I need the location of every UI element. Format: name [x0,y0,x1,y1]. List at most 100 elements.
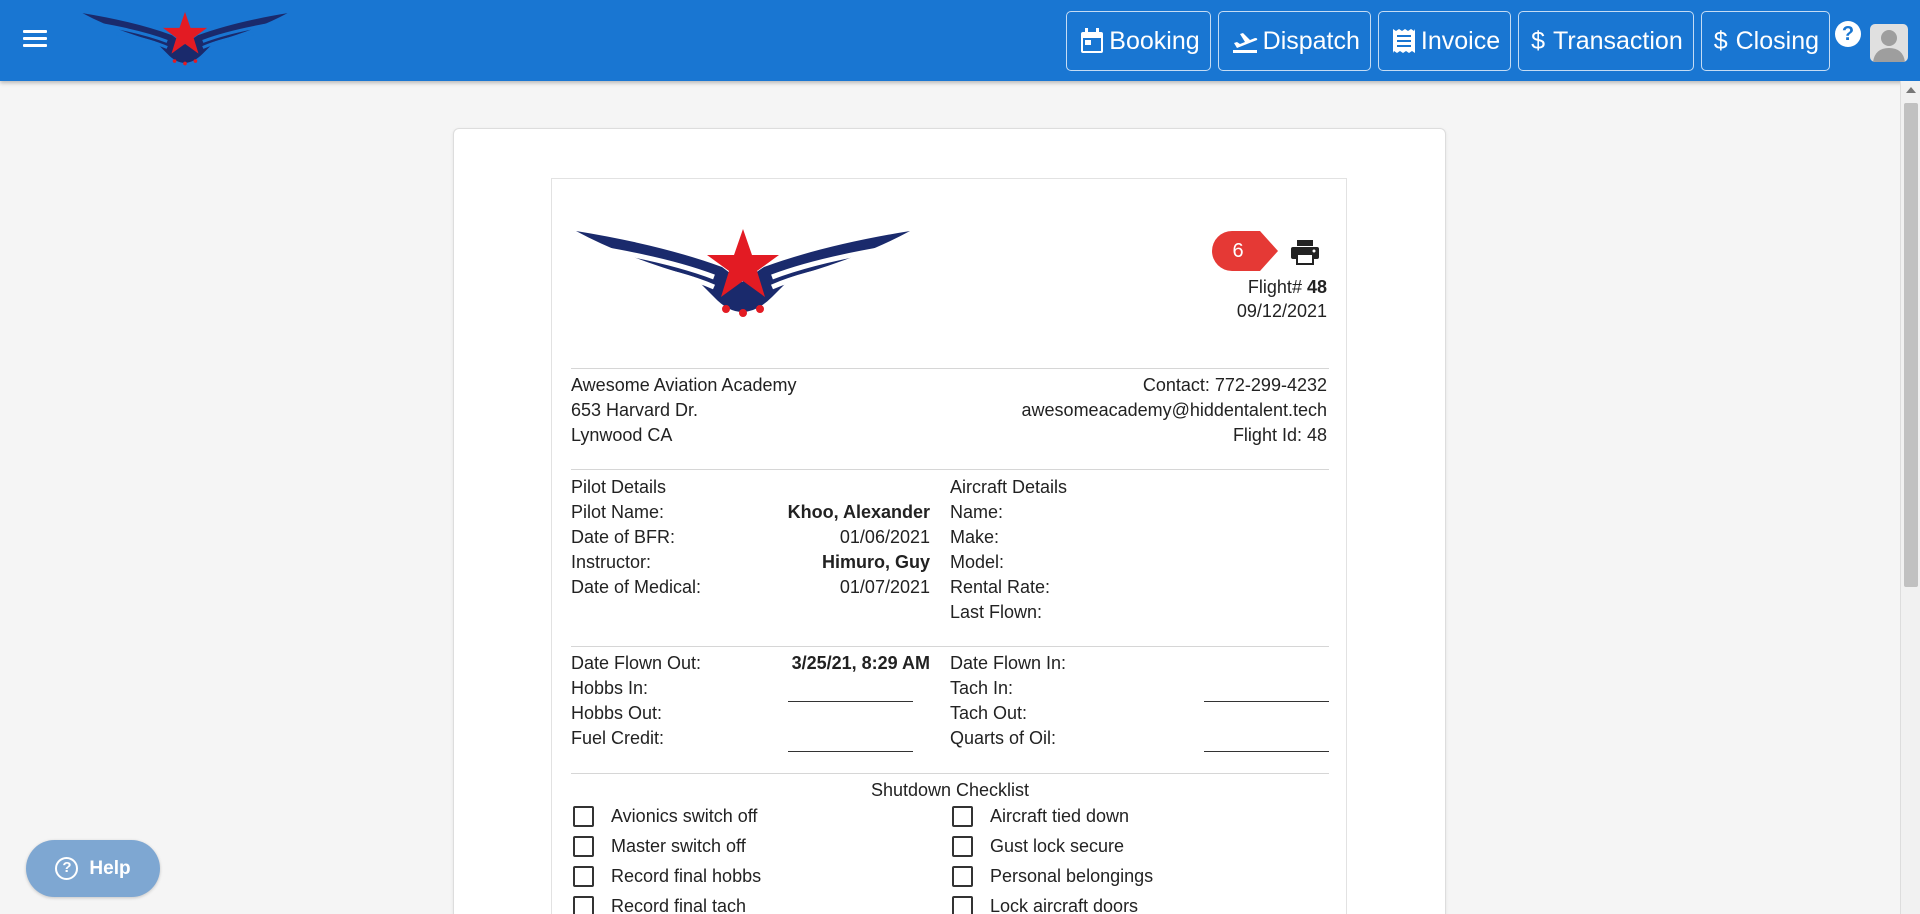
checklist-item[interactable]: Avionics switch off [573,806,757,827]
checkbox[interactable] [952,866,973,887]
checklist-item[interactable]: Gust lock secure [952,836,1124,857]
scroll-thumb[interactable] [1904,103,1918,587]
checklist-item[interactable]: Personal belongings [952,866,1153,887]
last-flown-label: Last Flown: [950,602,1043,622]
medical-value: 01/07/2021 [839,577,930,597]
receipt-icon [1392,29,1415,53]
checklist-item[interactable]: Record final tach [573,896,746,914]
checklist-item-label: Record final tach [611,896,747,914]
booking-label: Booking [1109,26,1200,55]
pilot-details-title: Pilot Details [571,477,667,497]
invoice-button[interactable]: Invoice [1377,11,1512,71]
checklist-item[interactable]: Lock aircraft doors [952,896,1138,914]
divider [571,773,1329,774]
hobbs-out-label: Hobbs Out: [571,703,663,723]
academy-logo-large [576,229,910,317]
dollar-icon: $ [1713,26,1728,55]
checkbox[interactable] [573,896,594,914]
help-question-icon[interactable]: ? [1835,21,1861,47]
dispatch-label: Dispatch [1262,26,1360,55]
fuel-credit-label: Fuel Credit: [571,728,665,748]
checklist-item[interactable]: Master switch off [573,836,746,857]
quarts-oil-line [1204,751,1329,752]
help-button-label: Help [89,857,131,879]
bfr-value: 01/06/2021 [839,527,930,547]
instructor-value: Himuro, Guy [821,552,930,572]
tach-in-line [1204,701,1329,702]
top-navigation: Booking Dispatch Invoice $ Transaction $… [1066,11,1830,71]
step-badge-number: 6 [1232,240,1244,262]
checkbox[interactable] [952,896,973,914]
fuel-credit-line [788,751,913,752]
invoice-label: Invoice [1420,26,1501,55]
checklist-item-label: Master switch off [611,836,746,856]
user-avatar[interactable] [1870,24,1908,62]
transaction-button[interactable]: $ Transaction [1518,11,1694,71]
booking-button[interactable]: Booking [1066,11,1211,71]
checklist-item-label: Aircraft tied down [990,806,1130,826]
divider [571,646,1329,647]
closing-label: Closing [1735,26,1819,55]
instructor-label: Instructor: [571,552,652,572]
checklist-item[interactable]: Aircraft tied down [952,806,1129,827]
checkbox[interactable] [573,866,594,887]
checklist-item-label: Lock aircraft doors [990,896,1139,914]
help-button[interactable]: ? Help [26,840,160,897]
airplane-takeoff-icon [1232,33,1257,53]
aircraft-details-title: Aircraft Details [950,477,1068,497]
checkbox[interactable] [573,836,594,857]
date-flown-out-label: Date Flown Out: [571,653,702,673]
checklist-item-label: Personal belongings [990,866,1154,886]
flight-id: Flight Id: 48 [1232,425,1327,445]
medical-label: Date of Medical: [571,577,702,597]
closing-button[interactable]: $ Closing [1700,11,1830,71]
academy-city: Lynwood CA [571,425,673,445]
print-icon[interactable] [1290,239,1320,265]
checklist-item-label: Gust lock secure [990,836,1125,856]
shutdown-checklist-title: Shutdown Checklist [870,780,1030,800]
aircraft-name-label: Name: [950,502,1004,522]
help-circle-icon: ? [55,857,79,880]
dispatch-card: 6 Flight# 48 09/12/2021 Awesome Aviation… [453,128,1446,914]
checklist-item-label: Record final hobbs [611,866,762,886]
checkbox[interactable] [952,806,973,827]
page-scrollbar[interactable] [1900,81,1920,914]
aircraft-make-label: Make: [950,527,1000,547]
aircraft-model-label: Model: [950,552,1005,572]
tach-in-label: Tach In: [950,678,1014,698]
divider [571,368,1329,369]
dispatch-button[interactable]: Dispatch [1217,11,1371,71]
flight-date: 09/12/2021 [1236,301,1327,321]
step-badge: 6 [1212,231,1282,271]
hamburger-menu-icon[interactable] [18,26,52,56]
divider [571,469,1329,470]
transaction-label: Transaction [1553,26,1683,55]
calendar-icon [1081,28,1104,53]
flight-number-value: 48 [1306,277,1327,297]
academy-address: 653 Harvard Dr. [571,400,699,420]
flight-number-label: Flight# [1247,277,1302,297]
checkbox[interactable] [573,806,594,827]
pilot-name-value: Khoo, Alexander [787,502,930,522]
flight-number: Flight# 48 [1248,277,1327,298]
rental-rate-label: Rental Rate: [950,577,1051,597]
date-flown-out-value: 3/25/21, 8:29 AM [791,653,930,673]
quarts-oil-label: Quarts of Oil: [950,728,1057,748]
tach-out-label: Tach Out: [950,703,1028,723]
academy-name: Awesome Aviation Academy [571,375,797,395]
top-app-bar: Booking Dispatch Invoice $ Transaction $… [0,0,1920,81]
academy-logo[interactable] [80,10,290,74]
hobbs-in-line [788,701,913,702]
dispatch-sheet: 6 Flight# 48 09/12/2021 Awesome Aviation… [551,178,1347,914]
checklist-item[interactable]: Record final hobbs [573,866,761,887]
scroll-up-arrow-icon[interactable] [1906,87,1916,93]
hobbs-in-label: Hobbs In: [571,678,649,698]
pilot-name-label: Pilot Name: [571,502,665,522]
checklist-item-label: Avionics switch off [611,806,758,826]
checkbox[interactable] [952,836,973,857]
academy-contact: Contact: 772-299-4232 [1142,375,1327,395]
bfr-label: Date of BFR: [571,527,676,547]
date-flown-in-label: Date Flown In: [950,653,1067,673]
dollar-icon: $ [1531,26,1546,55]
academy-email: awesomeacademy@hiddentalent.tech [1021,400,1327,420]
